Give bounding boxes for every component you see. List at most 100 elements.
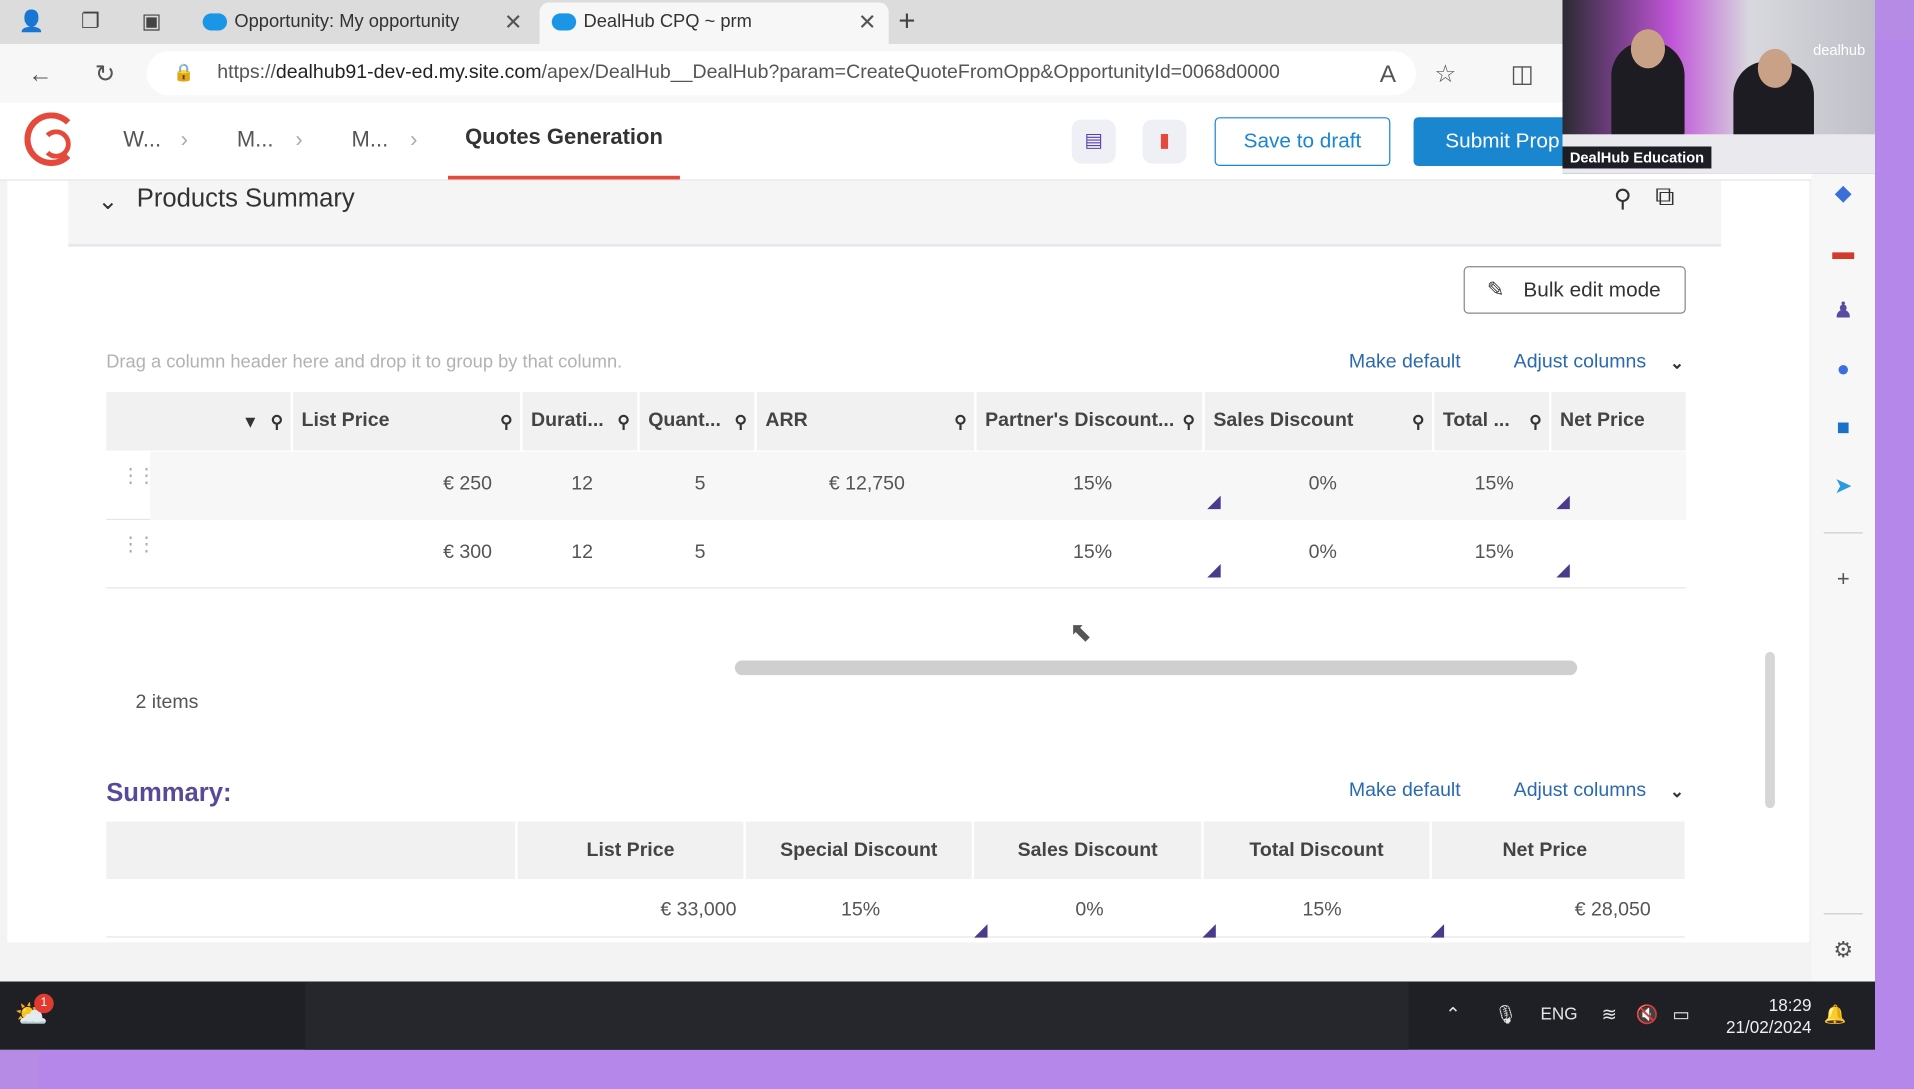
breadcrumb-active[interactable]: Quotes Generation [465, 125, 663, 151]
notification-bell-icon[interactable]: 🔔 [1824, 1003, 1847, 1026]
cell-sales-discount[interactable]: 0% [1075, 900, 1103, 922]
make-default-link[interactable]: Make default [1349, 780, 1461, 802]
summary-grid-header: List Price Special Discount Sales Discou… [106, 821, 1685, 879]
clock[interactable]: 18:29 21/02/2024 [1711, 994, 1812, 1038]
column-header-partners-discount[interactable]: Partner's Discount... ⚲ [977, 391, 1205, 451]
wifi-icon[interactable]: ≋ [1602, 1003, 1617, 1026]
pin-icon[interactable]: ⚲ [500, 392, 513, 451]
column-header-net-price[interactable]: Net Price [1429, 821, 1657, 879]
column-header-sales-discount[interactable]: Sales Discount ⚲ [1205, 391, 1435, 451]
save-to-draft-button[interactable]: Save to draft [1214, 117, 1391, 167]
language-indicator[interactable]: ENG [1541, 1003, 1578, 1023]
cell-sales-discount[interactable]: 0% [1309, 474, 1337, 496]
toolbox-icon[interactable]: ▬ [1829, 237, 1858, 266]
copilot-icon[interactable]: ● [1829, 354, 1858, 383]
close-icon[interactable]: ✕ [858, 2, 876, 41]
cell-special-discount[interactable]: 15% [841, 900, 880, 922]
tab-opportunity[interactable]: Opportunity: My opportunity ✕ [190, 2, 534, 44]
column-header-special-discount[interactable]: Special Discount [743, 821, 971, 879]
cell-sales-discount[interactable]: 0% [1309, 542, 1337, 564]
url-field[interactable]: 🔒 https://dealhub91-dev-ed.my.site.com/a… [146, 51, 1417, 96]
table-row[interactable]: ⋮⋮ € 300 12 5 15% 0% 15% [106, 520, 1686, 589]
volume-muted-icon[interactable]: 🔇 [1636, 1003, 1659, 1026]
chevron-down-icon[interactable]: ⌄ [98, 186, 118, 217]
cell-duration: 12 [571, 542, 594, 563]
chevron-up-icon[interactable]: ⌃ [1445, 1003, 1460, 1026]
adjust-columns-link[interactable]: Adjust columns [1514, 352, 1646, 374]
adjust-columns-link[interactable]: Adjust columns [1514, 780, 1646, 802]
tab-actions-icon[interactable]: ▣ [137, 7, 166, 36]
pin-icon[interactable]: ⚲ [1529, 392, 1542, 451]
pin-icon[interactable]: ⚲ [271, 392, 284, 451]
battery-icon[interactable]: ▭ [1672, 1003, 1689, 1026]
column-header-sales-discount[interactable]: Sales Discount [971, 821, 1201, 879]
breadcrumb-2[interactable]: M... [237, 127, 274, 153]
profile-icon[interactable]: 👤 [17, 7, 46, 36]
screen: 👤 ❐ ▣ Opportunity: My opportunity ✕ Deal… [0, 0, 1875, 1050]
column-header-quantity[interactable]: Quant... ⚲ [640, 391, 757, 451]
pin-icon[interactable]: ⚲ [1614, 183, 1632, 214]
column-header-duration[interactable]: Durati... ⚲ [522, 391, 640, 451]
column-header-list-price[interactable]: List Price ⚲ [293, 391, 523, 451]
group-drop-hint[interactable]: Drag a column header here and drop it to… [106, 352, 622, 373]
back-arrow-icon[interactable]: ← [24, 59, 56, 91]
close-icon[interactable]: ✕ [504, 2, 522, 41]
drag-handle-icon[interactable]: ⋮⋮ [121, 535, 156, 555]
cell-partners-discount[interactable]: 15% [1073, 474, 1112, 496]
refresh-icon[interactable]: ↻ [89, 59, 121, 91]
summary-title: Summary: [106, 778, 232, 807]
presenter-right-head [1757, 48, 1792, 88]
chevron-down-icon[interactable]: ⌄ [1670, 781, 1684, 802]
column-header-total[interactable]: Total ... ⚲ [1434, 391, 1552, 451]
preview-icon[interactable]: ▤ [1071, 119, 1116, 164]
filter-icon[interactable]: ▼ [242, 392, 259, 451]
tab-label: Opportunity: My opportunity [234, 10, 460, 32]
send-icon[interactable]: ➤ [1829, 471, 1858, 500]
microphone-icon[interactable]: 🎙 [1494, 1003, 1517, 1026]
tab-dealhub[interactable]: DealHub CPQ ~ prm ✕ [539, 2, 889, 44]
dealhub-logo[interactable] [24, 112, 79, 167]
column-header-arr[interactable]: ARR ⚲ [757, 391, 977, 451]
cell-partners-discount[interactable]: 15% [1073, 542, 1112, 564]
collections-icon[interactable]: ❐ [76, 7, 105, 36]
favorite-star-icon[interactable]: ☆ [1429, 59, 1461, 91]
cell-total: 15% [1474, 542, 1514, 563]
column-header-total-discount[interactable]: Total Discount [1201, 821, 1429, 879]
make-default-link[interactable]: Make default [1349, 352, 1461, 374]
clock-time: 18:29 [1768, 994, 1812, 1015]
games-icon[interactable]: ♟ [1829, 295, 1858, 324]
outlook-icon[interactable]: ■ [1829, 413, 1858, 442]
split-screen-icon[interactable]: ◫ [1506, 59, 1538, 91]
add-icon[interactable]: + [1829, 564, 1858, 593]
salesforce-cloud-icon [202, 13, 228, 31]
pin-icon[interactable]: ⚲ [735, 392, 748, 451]
tag-icon[interactable]: ◆ [1829, 178, 1858, 207]
url-text: https://dealhub91-dev-ed.my.site.com/ape… [217, 62, 1280, 84]
open-external-icon[interactable]: ⧉ [1655, 181, 1674, 213]
pin-icon[interactable]: ⚲ [1183, 392, 1196, 451]
new-tab-icon[interactable]: + [898, 5, 915, 39]
breadcrumb-3[interactable]: M... [352, 127, 389, 153]
breadcrumb-1[interactable]: W... [123, 127, 161, 153]
taskbar: ⛅ 1 ⌃ 🎙 ENG ≋ 🔇 ▭ 18:29 21/02/2024 🔔 [0, 981, 1875, 1050]
column-header-list-price[interactable]: List Price [515, 821, 743, 879]
pdf-icon[interactable]: ▮ [1142, 119, 1187, 164]
pin-icon[interactable]: ⚲ [954, 392, 967, 451]
table-row[interactable]: ⋮⋮ € 250 12 5 € 12,750 15% 0% 15% [106, 451, 1686, 521]
drag-handle-icon[interactable]: ⋮⋮ [121, 467, 156, 487]
pin-icon[interactable]: ⚲ [1412, 392, 1425, 451]
horizontal-scrollbar[interactable] [734, 660, 1578, 676]
tab-label: DealHub CPQ ~ prm [583, 10, 752, 32]
editable-marker-icon [1207, 564, 1221, 578]
column-header-net-price[interactable]: Net Price [1552, 392, 1686, 451]
cell-duration: 12 [571, 473, 594, 495]
read-aloud-icon[interactable]: A [1372, 59, 1404, 91]
section-title: Products Summary [136, 184, 355, 213]
vertical-scrollbar[interactable] [1765, 651, 1775, 809]
column-header-product[interactable]: ▼ ⚲ [106, 391, 293, 451]
chevron-down-icon[interactable]: ⌄ [1670, 353, 1684, 374]
gear-icon[interactable]: ⚙ [1829, 935, 1858, 964]
bulk-edit-button[interactable]: ✎ Bulk edit mode [1463, 266, 1686, 314]
pin-icon[interactable]: ⚲ [617, 392, 630, 451]
mouse-cursor-icon: ⬉ [1069, 616, 1092, 648]
